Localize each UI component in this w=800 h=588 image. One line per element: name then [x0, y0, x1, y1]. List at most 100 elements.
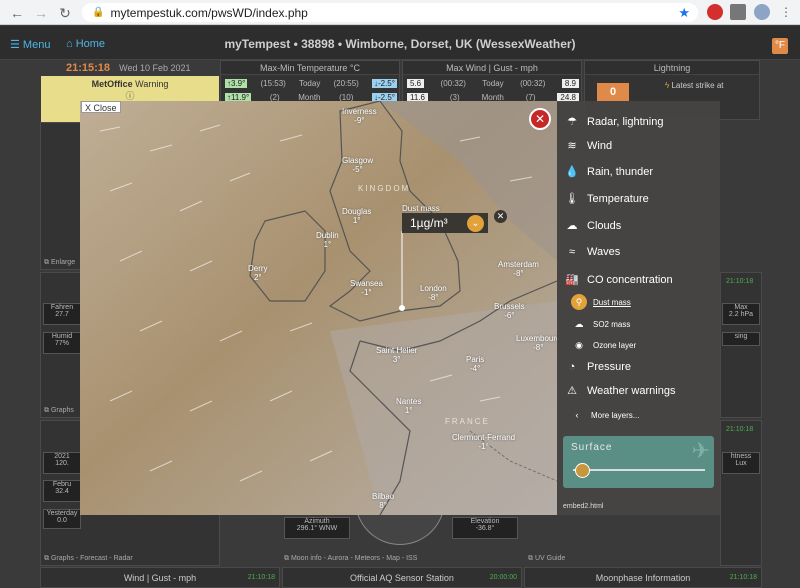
wind-panel: Max Wind | Gust - mph 5.6 (00:32) Today …: [402, 60, 582, 102]
map-close-button[interactable]: ✕: [529, 108, 551, 130]
moon-azimuth-label: Azimuth: [304, 518, 330, 525]
layer-clouds-label: Clouds: [587, 219, 622, 232]
clock: 21:15:18 Wed 10 Feb 2021: [42, 62, 218, 76]
temp-max-today-time: (15:53): [260, 78, 286, 88]
chevron-down-icon[interactable]: ⌄: [467, 215, 484, 232]
embed-link[interactable]: embed2.html: [563, 503, 603, 510]
kebab-menu-icon[interactable]: ⋮: [780, 5, 792, 19]
layer-temperature-label: Temperature: [587, 192, 649, 205]
temperature-panel-title: Max-Min Temperature °C: [221, 61, 399, 75]
city-inverness: Inverness -9°: [342, 107, 377, 125]
city-bilbao: Bilbao 8°: [372, 492, 395, 510]
altitude-track[interactable]: [573, 469, 705, 471]
temperature-panel: Max-Min Temperature °C ↑3.9° (15:53) Tod…: [220, 60, 400, 102]
puzzle-extension-icon[interactable]: [730, 4, 746, 20]
close-map-tag[interactable]: X Close: [81, 101, 121, 113]
temp-today-label: Today: [298, 78, 321, 88]
graphs-link[interactable]: ⧉ Graphs: [44, 407, 74, 415]
layer-radar[interactable]: ☂ Radar, lightning: [563, 115, 663, 129]
layer-waves[interactable]: ≈ Waves: [563, 246, 620, 258]
pressure-trend-box: sing: [722, 332, 760, 346]
rain-yesterday-label: Yesterday: [46, 510, 78, 517]
humidity-value: 77%: [54, 340, 69, 347]
bottom-wind-time: 21:10:18: [247, 574, 275, 581]
temp-min-today: ↓-2.5°: [371, 78, 397, 88]
city-dublin: Dublin 1°: [316, 231, 339, 249]
wind-max-today: 5.6: [407, 78, 425, 88]
moon-info-link[interactable]: ⧉ Moon info - Aurora - Meteors - Map - I…: [284, 555, 417, 563]
reload-icon[interactable]: ↻: [54, 2, 76, 24]
rain-year-label: 2021: [54, 453, 70, 460]
layer-temperature[interactable]: 🌡 Temperature: [563, 192, 649, 206]
fahrenheit-label: Fahren: [50, 304, 74, 311]
avatar[interactable]: [754, 4, 770, 20]
layer-co[interactable]: 🏭 CO concentration: [563, 273, 672, 287]
rain-month-box: Febru 32.4: [43, 480, 81, 502]
warning-text: Warning: [135, 79, 169, 89]
close-x: X: [85, 103, 92, 113]
pressure-trend: sing: [734, 333, 748, 340]
close-icon[interactable]: ✕: [494, 210, 507, 223]
enlarge-link[interactable]: ⧉ Enlarge: [44, 259, 75, 267]
layer-clouds[interactable]: ☁ Clouds: [563, 219, 622, 233]
forward-arrow-icon[interactable]: →: [30, 2, 52, 24]
rain-month-value: 32.4: [55, 488, 69, 495]
layer-so2-mass-label: SO2 mass: [593, 319, 631, 329]
brightness-label: htness: [730, 453, 752, 460]
shield-extension-icon[interactable]: [707, 4, 723, 20]
bottom-moon-panel: Moonphase Information 21:10:18: [524, 567, 762, 588]
layer-dust-mass[interactable]: ⚲ Dust mass: [571, 294, 631, 310]
bottom-moon-time: 21:10:18: [729, 574, 757, 581]
clock-date: Wed 10 Feb 2021: [119, 63, 191, 73]
layer-rain[interactable]: 💧 Rain, thunder: [563, 165, 654, 179]
bottom-aq-panel: Official AQ Sensor Station 20:00:00: [282, 567, 522, 588]
uv-guide-label: UV Guide: [534, 555, 566, 562]
brightness-unit: Lux: [735, 460, 747, 467]
layer-wind[interactable]: ≋ Wind: [563, 139, 613, 153]
fahrenheit-value: 27.7: [55, 311, 69, 318]
weather-map[interactable]: KINGDOM FRANCE Inverness -9° Glasgow -5° D…: [80, 101, 557, 515]
pressure-max-label: Max: [734, 304, 748, 311]
altitude-slider[interactable]: Surface ✈: [563, 436, 714, 488]
city-swansea: Swansea -1°: [350, 279, 383, 297]
warning-brand: MetOffice: [91, 79, 133, 89]
layer-ozone-label: Ozone layer: [593, 340, 637, 350]
cloud-icon: ☁: [566, 220, 578, 232]
humidity-label: Humid: [51, 333, 73, 340]
clock-time: 21:15:18: [66, 62, 111, 74]
rain-month-label: Febru: [52, 481, 72, 488]
thermometer-icon: 🌡: [565, 193, 579, 205]
more-layers[interactable]: ‹ More layers...: [569, 407, 640, 423]
moon-elevation-label: Elevation: [470, 518, 500, 525]
altitude-knob[interactable]: [575, 463, 590, 478]
layer-warnings[interactable]: ⚠ Weather warnings: [563, 384, 675, 398]
unit-toggle-button[interactable]: °F: [772, 38, 788, 54]
layer-ozone[interactable]: ◉ Ozone layer: [571, 337, 636, 353]
close-label: Close: [93, 103, 117, 113]
site-header: ☰ Menu ⌂ Home myTempest • 38898 • Wimbor…: [0, 26, 800, 60]
graphs-forecast-link[interactable]: ⧉ Graphs - Forecast - Radar: [44, 555, 133, 563]
lightning-count: 0: [597, 83, 629, 101]
layer-so2-mass[interactable]: ☁ SO2 mass: [571, 316, 631, 332]
altitude-label: Surface: [571, 442, 613, 453]
city-luxembourg: Luxembourg -8°: [516, 334, 557, 352]
rain-year-box: 2021 120.: [43, 452, 81, 474]
lightning-latest-label: Latest strike at: [671, 81, 724, 90]
address-bar[interactable]: 🔒 mytempestuk.com/pwsWD/index.php ★: [82, 3, 698, 22]
uv-guide-link[interactable]: ⧉ UV Guide: [528, 555, 565, 563]
graphs-forecast-label: Graphs - Forecast - Radar: [50, 555, 133, 562]
bottom-aq-time: 20:00:00: [489, 574, 517, 581]
more-layers-label: More layers...: [591, 410, 640, 420]
enlarge-label: Enlarge: [50, 259, 76, 266]
waves-icon: ≈: [568, 246, 576, 258]
moon-azimuth-box: Azimuth 296.1° WNW: [284, 517, 350, 539]
layer-rain-label: Rain, thunder: [587, 165, 654, 178]
layer-pressure[interactable]: ◔ Pressure: [563, 361, 631, 373]
back-arrow-icon[interactable]: ←: [6, 2, 28, 24]
drop-icon: 💧: [565, 166, 579, 178]
humidity-box: Humid 77%: [43, 332, 81, 354]
moon-info-label: Moon info - Aurora - Meteors - Map - ISS: [290, 555, 418, 562]
bookmark-star-icon[interactable]: ★: [678, 5, 690, 21]
layer-wind-label: Wind: [587, 139, 613, 152]
lightning-bolt-icon: ϟ: [665, 81, 670, 90]
